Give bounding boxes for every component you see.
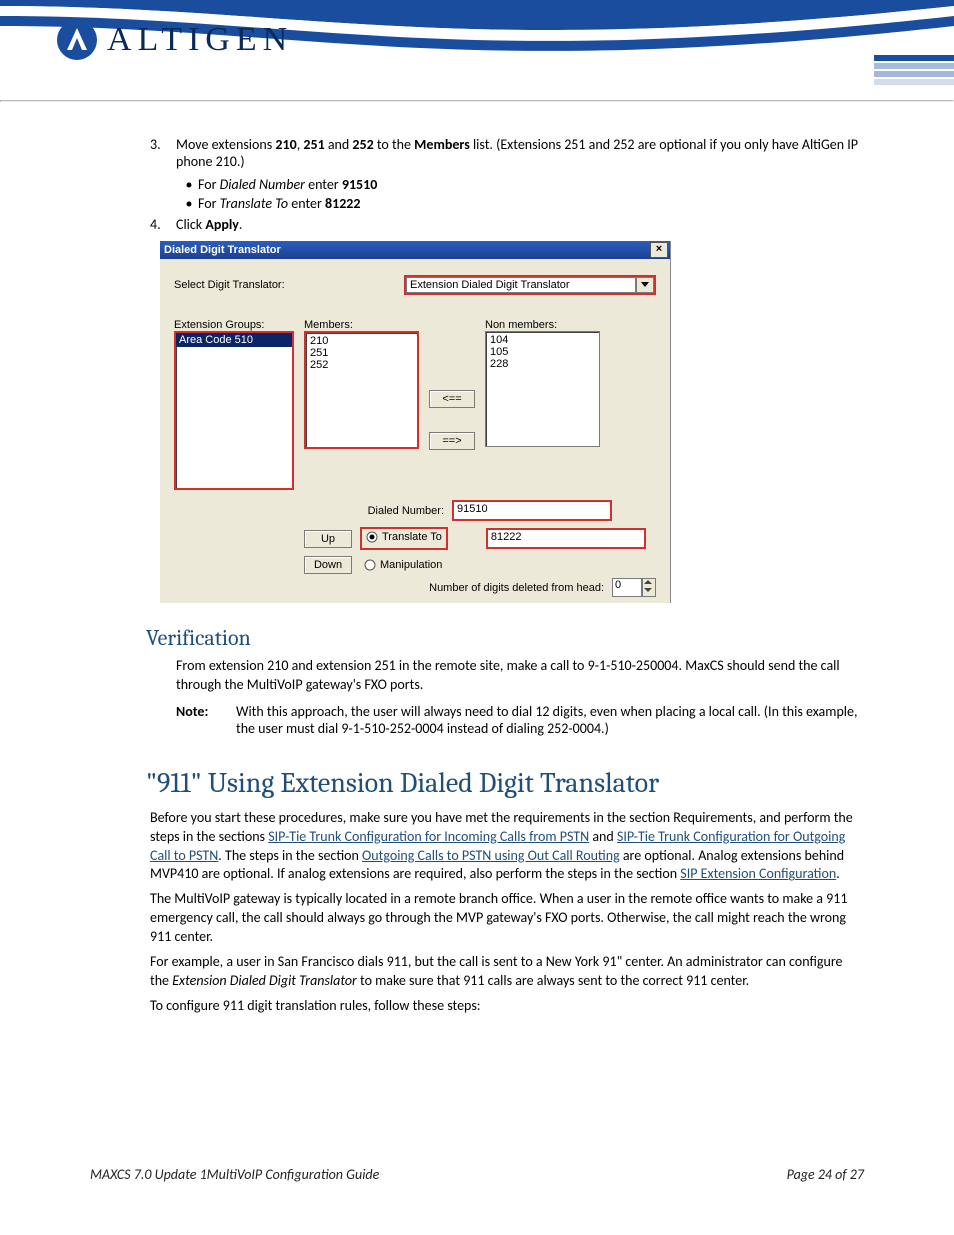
bullet-icon: • [180, 176, 198, 193]
list-item[interactable]: 252 [310, 359, 413, 371]
digit-translator-dropdown[interactable]: Extension Dialed Digit Translator [404, 275, 656, 295]
dialed-number-label: Dialed Number: [304, 505, 444, 517]
bullet-icon: • [180, 195, 198, 212]
close-icon[interactable]: × [650, 242, 668, 258]
list-item[interactable]: Area Code 510 [176, 333, 292, 347]
bullet-dialed-number: • For Dialed Number enter 91510 [180, 176, 864, 193]
nonmembers-listbox[interactable]: 104 105 228 [485, 331, 600, 447]
section-911-p3: For example, a user in San Francisco dia… [150, 953, 864, 991]
move-left-button[interactable]: <== [429, 390, 475, 408]
members-listbox[interactable]: 210 251 252 [304, 331, 419, 449]
note-label: Note: [176, 703, 236, 737]
step-number: 4. [150, 216, 176, 233]
members-label: Members: [304, 319, 419, 331]
translate-to-radio[interactable]: Translate To [366, 531, 442, 543]
spinner-arrows-icon[interactable] [642, 578, 656, 597]
digits-deleted-label: Number of digits deleted from head: [429, 582, 604, 594]
brand-logo: ALTIGEN [55, 18, 293, 62]
dialog-title: Dialed Digit Translator [164, 244, 281, 256]
footer-doc-title: MAXCS 7.0 Update 1MultiVoIP Configuratio… [90, 1166, 379, 1183]
dialed-number-input[interactable]: 91510 [452, 500, 612, 521]
dialed-digit-translator-dialog: Dialed Digit Translator × Select Digit T… [160, 241, 671, 603]
bullet-translate-to: • For Translate To enter 81222 [180, 195, 864, 212]
list-item[interactable]: 105 [490, 346, 595, 358]
move-right-button[interactable]: ==> [429, 432, 475, 450]
list-item[interactable]: 104 [490, 334, 595, 346]
nonmembers-label: Non members: [485, 319, 600, 331]
extension-groups-label: Extension Groups: [174, 319, 294, 331]
link-sip-extension[interactable]: SIP Extension Configuration [680, 865, 836, 882]
header-right-stripes [874, 55, 954, 95]
page-content: 3. Move extensions 210, 251 and 252 to t… [0, 102, 954, 1016]
digits-deleted-spinner[interactable]: 0 [612, 578, 656, 597]
step-3: 3. Move extensions 210, 251 and 252 to t… [150, 136, 864, 170]
down-button[interactable]: Down [304, 556, 352, 574]
link-outgoing-pstn[interactable]: Outgoing Calls to PSTN using Out Call Ro… [362, 847, 620, 864]
verification-heading: Verification [146, 625, 864, 651]
section-911-heading: "911" Using Extension Dialed Digit Trans… [146, 767, 864, 799]
section-911-p2: The MultiVoIP gateway is typically locat… [150, 890, 864, 947]
step-number: 3. [150, 136, 176, 170]
dropdown-value: Extension Dialed Digit Translator [406, 277, 636, 293]
extension-groups-listbox[interactable]: Area Code 510 [174, 331, 294, 490]
verification-paragraph: From extension 210 and extension 251 in … [176, 657, 864, 695]
logo-icon [55, 18, 99, 62]
brand-text: ALTIGEN [107, 21, 293, 59]
list-item[interactable]: 210 [310, 335, 413, 347]
translate-to-input[interactable]: 81222 [486, 528, 646, 549]
note-text: With this approach, the user will always… [236, 703, 864, 737]
section-911-p1: Before you start these procedures, make … [150, 809, 864, 885]
manipulation-radio[interactable]: Manipulation [364, 559, 442, 571]
link-sip-incoming[interactable]: SIP-Tie Trunk Configuration for Incoming… [268, 828, 589, 845]
list-item[interactable]: 251 [310, 347, 413, 359]
page-header: ALTIGEN [0, 0, 954, 100]
page-footer: MAXCS 7.0 Update 1MultiVoIP Configuratio… [90, 1166, 864, 1183]
list-item[interactable]: 228 [490, 358, 595, 370]
select-digit-translator-label: Select Digit Translator: [174, 279, 394, 291]
chevron-down-icon[interactable] [636, 277, 654, 293]
up-button[interactable]: Up [304, 530, 352, 548]
footer-page-number: Page 24 of 27 [787, 1166, 864, 1183]
step-4: 4. Click Apply. [150, 216, 864, 233]
dialog-titlebar: Dialed Digit Translator × [160, 241, 670, 259]
section-911-p4: To configure 911 digit translation rules… [150, 997, 864, 1016]
